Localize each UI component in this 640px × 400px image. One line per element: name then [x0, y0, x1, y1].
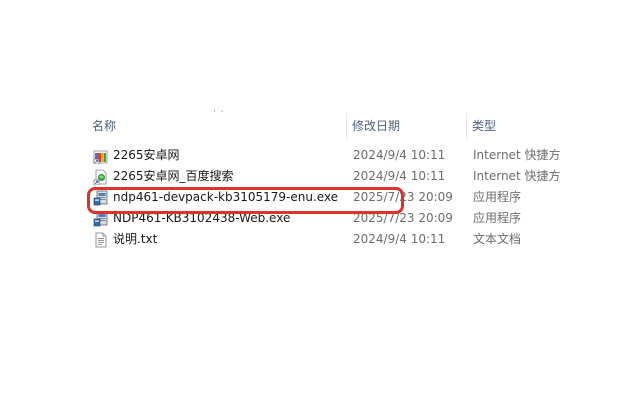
- file-row[interactable]: 2265安卓网_百度搜索 2024/9/4 10:11 Internet 快捷方…: [86, 166, 640, 187]
- file-type: 文本文档: [473, 232, 522, 246]
- file-type: 应用程序: [473, 190, 522, 204]
- file-name: NDP461-KB3102438-Web.exe: [113, 211, 291, 225]
- file-list: 2265安卓网 2024/9/4 10:11 Internet 快捷方式 226…: [86, 145, 640, 250]
- file-date: 2024/9/4 10:11: [353, 148, 446, 162]
- file-type: 应用程序: [473, 211, 522, 225]
- internet-shortcut-icon: [93, 150, 108, 164]
- column-header-date[interactable]: 修改日期: [352, 113, 400, 139]
- file-explorer-view: · · 名称 修改日期 类型 2265安卓网 2024/9/4 10:11 In…: [0, 0, 640, 400]
- column-header-row: 名称 修改日期 类型: [86, 113, 640, 139]
- column-divider[interactable]: [466, 113, 467, 139]
- installer-exe-icon: [93, 190, 108, 206]
- file-name: 说明.txt: [113, 232, 158, 246]
- file-date: 2025/7/23 20:09: [353, 211, 453, 225]
- column-header-type[interactable]: 类型: [472, 113, 496, 139]
- column-header-name[interactable]: 名称: [92, 113, 116, 139]
- file-type: Internet 快捷方式: [473, 148, 561, 162]
- file-name: 2265安卓网_百度搜索: [113, 169, 234, 183]
- file-date: 2024/9/4 10:11: [353, 169, 446, 183]
- file-row[interactable]: 2265安卓网 2024/9/4 10:11 Internet 快捷方式: [86, 145, 640, 166]
- file-name: 2265安卓网: [113, 148, 180, 162]
- file-date: 2024/9/4 10:11: [353, 232, 446, 246]
- file-date: 2025/7/23 20:09: [353, 190, 453, 204]
- file-row[interactable]: NDP461-KB3102438-Web.exe 2025/7/23 20:09…: [86, 208, 640, 229]
- column-divider[interactable]: [346, 113, 347, 139]
- file-row[interactable]: ndp461-devpack-kb3105179-enu.exe 2025/7/…: [86, 187, 640, 208]
- file-name: ndp461-devpack-kb3105179-enu.exe: [113, 190, 339, 204]
- file-row[interactable]: 说明.txt 2024/9/4 10:11 文本文档: [86, 229, 640, 250]
- text-document-icon: [95, 232, 107, 248]
- internet-shortcut-icon: [93, 169, 107, 185]
- file-type: Internet 快捷方式: [473, 169, 561, 183]
- installer-exe-icon: [93, 211, 108, 227]
